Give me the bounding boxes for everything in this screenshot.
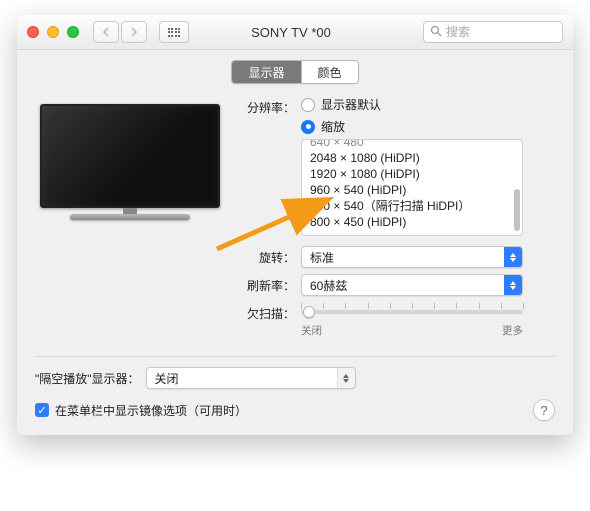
settings-panel: 分辨率： 显示器默认 缩放 640 × 480 2048 × 1080 (HiD… bbox=[245, 96, 555, 344]
list-item[interactable]: 640 × 480 bbox=[302, 139, 522, 149]
resolution-list[interactable]: 640 × 480 2048 × 1080 (HiDPI) 1920 × 108… bbox=[301, 139, 523, 236]
grid-button[interactable] bbox=[159, 21, 189, 43]
radio-default-label: 显示器默认 bbox=[321, 96, 381, 113]
refresh-label: 刷新率： bbox=[245, 274, 301, 294]
radio-scaled-label: 缩放 bbox=[321, 118, 345, 135]
slider-label-right: 更多 bbox=[502, 323, 523, 338]
tv-icon bbox=[40, 104, 220, 208]
chevron-updown-icon bbox=[337, 368, 355, 388]
monitor-preview bbox=[35, 96, 225, 344]
list-item[interactable]: 960 × 540 (HiDPI) bbox=[302, 181, 522, 197]
checkbox-label: 在菜单栏中显示镜像选项（可用时） bbox=[55, 402, 247, 419]
titlebar: SONY TV *00 bbox=[17, 15, 573, 50]
scrollbar[interactable] bbox=[513, 141, 521, 234]
tab-display[interactable]: 显示器 bbox=[232, 61, 301, 83]
back-button[interactable] bbox=[93, 21, 119, 43]
traffic-lights bbox=[27, 26, 79, 38]
tab-color[interactable]: 颜色 bbox=[302, 61, 358, 83]
nav-buttons bbox=[93, 21, 147, 43]
underscan-slider[interactable] bbox=[301, 302, 523, 322]
search-icon bbox=[430, 25, 442, 40]
forward-button[interactable] bbox=[121, 21, 147, 43]
rotation-label: 旋转： bbox=[245, 246, 301, 266]
resolution-label: 分辨率： bbox=[245, 96, 301, 116]
airplay-label: "隔空播放"显示器： bbox=[35, 370, 140, 387]
airplay-value: 关闭 bbox=[147, 368, 337, 388]
chevron-right-icon bbox=[130, 27, 138, 37]
list-item[interactable]: 960 × 540（隔行扫描 HiDPI） bbox=[302, 197, 522, 213]
slider-thumb[interactable] bbox=[303, 306, 315, 318]
show-mirror-checkbox[interactable]: ✓ 在菜单栏中显示镜像选项（可用时） bbox=[35, 402, 247, 419]
radio-scaled[interactable]: 缩放 bbox=[301, 118, 555, 135]
window-title: SONY TV *00 bbox=[197, 25, 415, 40]
search-input[interactable] bbox=[446, 25, 573, 39]
refresh-value: 60赫兹 bbox=[302, 275, 504, 295]
radio-default[interactable]: 显示器默认 bbox=[301, 96, 555, 113]
slider-label-left: 关闭 bbox=[301, 323, 322, 338]
divider bbox=[35, 356, 555, 357]
list-item[interactable]: 1920 × 1080 (HiDPI) bbox=[302, 165, 522, 181]
tab-group: 显示器 颜色 bbox=[35, 60, 555, 84]
grid-icon bbox=[168, 28, 181, 37]
checkbox-checked-icon: ✓ bbox=[35, 403, 49, 417]
airplay-select[interactable]: 关闭 bbox=[146, 367, 356, 389]
close-icon[interactable] bbox=[27, 26, 39, 38]
chevron-updown-icon bbox=[504, 275, 522, 295]
maximize-icon[interactable] bbox=[67, 26, 79, 38]
refresh-select[interactable]: 60赫兹 bbox=[301, 274, 523, 296]
minimize-icon[interactable] bbox=[47, 26, 59, 38]
list-item[interactable]: 2048 × 1080 (HiDPI) bbox=[302, 149, 522, 165]
chevron-left-icon bbox=[102, 27, 110, 37]
search-field[interactable] bbox=[423, 21, 563, 43]
list-item[interactable]: 800 × 450 (HiDPI) bbox=[302, 213, 522, 229]
help-button[interactable]: ? bbox=[533, 399, 555, 421]
content: 显示器 颜色 分辨率： 显示器默认 缩放 bbox=[17, 50, 573, 435]
window: SONY TV *00 显示器 颜色 bbox=[17, 15, 573, 435]
chevron-updown-icon bbox=[504, 247, 522, 267]
rotation-value: 标准 bbox=[302, 247, 504, 267]
underscan-label: 欠扫描： bbox=[245, 302, 301, 322]
rotation-select[interactable]: 标准 bbox=[301, 246, 523, 268]
